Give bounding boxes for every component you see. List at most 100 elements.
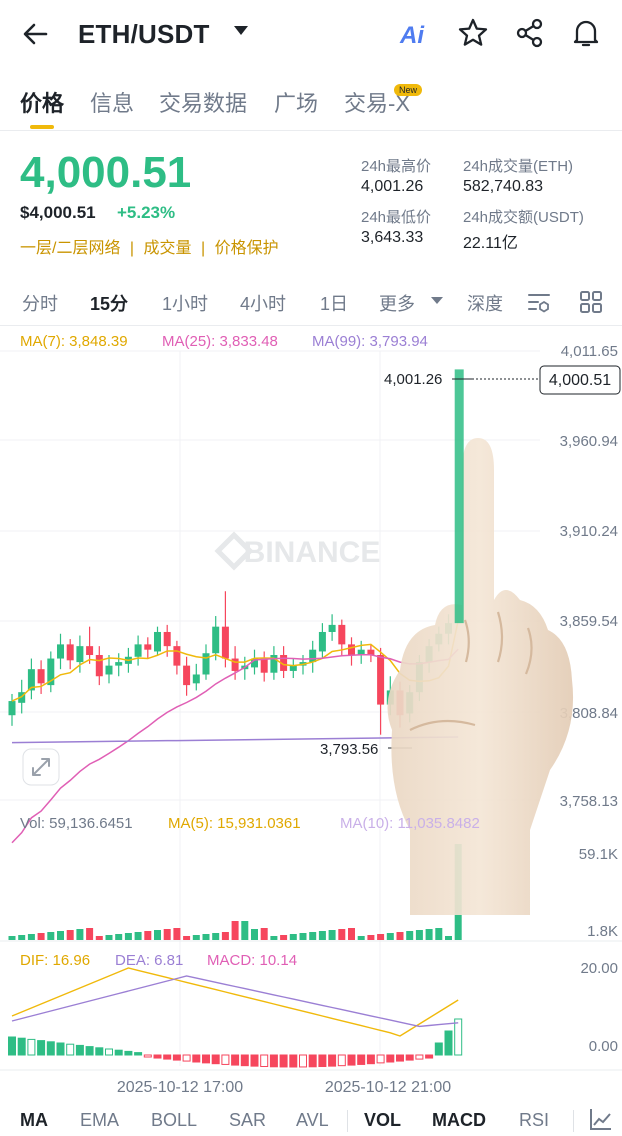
divider xyxy=(573,1110,574,1132)
time-axis-label: 2025-10-12 17:00 xyxy=(117,1079,243,1096)
candle-body-last xyxy=(454,369,464,624)
ma25-legend: MA(25): 3,833.48 xyxy=(162,333,278,350)
back-arrow-icon[interactable] xyxy=(18,16,54,52)
macd-bar xyxy=(172,1054,181,1061)
tab-square[interactable]: 广场 xyxy=(274,86,318,118)
time-tab-more[interactable]: 更多 xyxy=(379,290,415,316)
dea-line xyxy=(11,975,459,1028)
macd-bar xyxy=(163,1054,172,1060)
chart-style-icon[interactable] xyxy=(588,1106,614,1132)
new-badge: New xyxy=(394,84,423,96)
macd-bar xyxy=(240,1054,249,1067)
macd-bar xyxy=(134,1052,143,1056)
chart-overlay: 4,000.51 4,001.26 xyxy=(384,365,621,624)
ind-tab-macd[interactable]: MACD xyxy=(432,1110,486,1131)
dif-line xyxy=(11,967,459,1037)
macd-legend: MACD: 10.14 xyxy=(207,952,298,969)
ind-tab-ema[interactable]: EMA xyxy=(80,1110,119,1131)
bell-icon[interactable] xyxy=(569,16,603,50)
macd-bar xyxy=(124,1050,133,1056)
time-tab-1d[interactable]: 1日 xyxy=(320,290,348,316)
macd-bar xyxy=(444,1030,453,1056)
time-tab-line[interactable]: 分时 xyxy=(22,290,58,316)
price-tag: 4,000.51 xyxy=(549,372,611,389)
macd-bar xyxy=(308,1054,317,1068)
divider xyxy=(0,130,622,131)
star-icon[interactable] xyxy=(456,16,490,50)
ind-tab-boll[interactable]: BOLL xyxy=(151,1110,197,1131)
macd-bar xyxy=(95,1047,104,1056)
tag-link-layer[interactable]: 一层/二层网络 xyxy=(20,240,120,257)
tab-price[interactable]: 价格 xyxy=(20,86,64,118)
stat-high-value: 4,001.26 xyxy=(361,178,424,195)
macd-bar xyxy=(221,1054,230,1065)
macd-bar xyxy=(366,1054,375,1065)
stat-high-label: 24h最高价 xyxy=(361,158,432,175)
macd-bar xyxy=(105,1048,113,1056)
macd-bar xyxy=(192,1054,201,1063)
macd-bar xyxy=(347,1054,356,1066)
dif-legend: DIF: 16.96 xyxy=(20,952,91,969)
ind-tab-vol[interactable]: VOL xyxy=(364,1110,401,1131)
macd-bar xyxy=(318,1054,327,1068)
ind-tab-avl[interactable]: AVL xyxy=(296,1110,329,1131)
macd-bar xyxy=(405,1054,414,1061)
main-tabs: 价格 信息 交易数据 广场 交易-X xyxy=(0,80,622,130)
macd-bar xyxy=(56,1042,65,1056)
vol-ma10-legend: MA(10): 11,035.8482 xyxy=(340,815,480,832)
macd-bar xyxy=(75,1044,84,1056)
macd-bar xyxy=(289,1054,298,1068)
macd-bar xyxy=(37,1040,46,1056)
tag-link-volume[interactable]: 成交量 xyxy=(144,240,192,257)
stat-turnover-value: 22.11亿 xyxy=(463,235,518,252)
top-bar: ETH/USDT Ai xyxy=(0,0,622,70)
active-tab-indicator xyxy=(30,125,54,129)
expand-icon[interactable] xyxy=(22,748,60,786)
tab-trading-data[interactable]: 交易数据 xyxy=(159,86,247,118)
macd-bar xyxy=(386,1054,395,1063)
high-marker-label: 4,001.26 xyxy=(384,371,442,388)
time-tab-4h[interactable]: 4小时 xyxy=(240,290,286,316)
macd-bar xyxy=(8,1036,16,1056)
last-price: 4,000.51 xyxy=(20,148,192,197)
macd-bar xyxy=(260,1054,269,1068)
macd-bar xyxy=(425,1054,434,1059)
macd-histogram xyxy=(8,967,463,1068)
ma99-legend: MA(99): 3,793.94 xyxy=(312,333,428,350)
stat-vol-label: 24h成交量(ETH) xyxy=(463,158,574,175)
time-tab-depth[interactable]: 深度 xyxy=(467,290,503,316)
macd-bar xyxy=(27,1038,36,1056)
macd-bar xyxy=(337,1054,346,1067)
macd-axis-label: 20.00 xyxy=(580,960,618,977)
tag-links: 一层/二层网络 | 成交量 | 价格保护 xyxy=(20,240,279,257)
ind-tab-ma[interactable]: MA xyxy=(20,1110,48,1131)
time-tab-1h[interactable]: 1小时 xyxy=(162,290,208,316)
macd-bar xyxy=(328,1054,337,1067)
macd-bar xyxy=(114,1049,123,1056)
ind-tab-rsi[interactable]: RSI xyxy=(519,1110,549,1131)
dea-legend: DEA: 6.81 xyxy=(115,952,184,969)
share-icon[interactable] xyxy=(513,16,547,50)
usd-price: $4,000.51 xyxy=(20,203,96,222)
tag-link-price-protect[interactable]: 价格保护 xyxy=(215,240,279,257)
time-tab-15m[interactable]: 15分 xyxy=(90,290,128,316)
macd-bar xyxy=(415,1054,424,1060)
macd-bar xyxy=(46,1041,55,1056)
more-caret-icon xyxy=(431,297,443,304)
ma7-legend: MA(7): 3,848.39 xyxy=(20,333,128,350)
pair-title[interactable]: ETH/USDT xyxy=(78,19,210,50)
price-change: +5.23% xyxy=(117,203,176,222)
macd-bar xyxy=(454,1018,463,1056)
ind-tab-sar[interactable]: SAR xyxy=(229,1110,266,1131)
macd-bar xyxy=(396,1054,404,1062)
macd-bar xyxy=(269,1054,278,1068)
macd-bar xyxy=(231,1054,240,1066)
indicator-settings-icon[interactable] xyxy=(526,289,552,315)
tab-info[interactable]: 信息 xyxy=(90,86,134,118)
ai-icon[interactable]: Ai xyxy=(400,22,424,50)
stat-low-label: 24h最低价 xyxy=(361,209,432,226)
macd-bar xyxy=(357,1054,366,1065)
grid-layout-icon[interactable] xyxy=(578,289,604,315)
macd-bar xyxy=(153,1054,162,1059)
dropdown-caret-icon[interactable] xyxy=(234,26,248,35)
